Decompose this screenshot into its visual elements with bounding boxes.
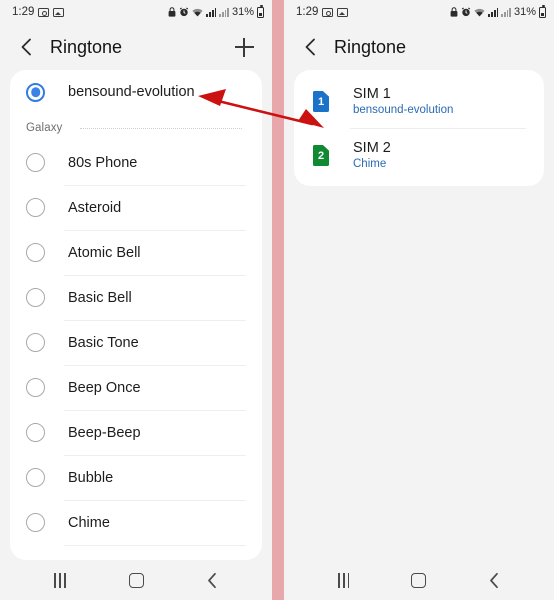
section-header-galaxy: Galaxy xyxy=(10,114,262,140)
ringtone-row[interactable]: 80s Phone xyxy=(10,140,262,185)
status-bar-left-group: 1:29 xyxy=(12,6,65,18)
sim-row-1[interactable]: 1 SIM 1 bensound-evolution xyxy=(294,74,544,128)
signal-secondary-icon xyxy=(219,7,229,17)
back-icon xyxy=(207,572,216,588)
ringtone-row[interactable]: Beep-Beep xyxy=(10,410,262,455)
back-button-right[interactable] xyxy=(298,34,324,60)
sim2-number: 2 xyxy=(317,149,325,162)
sim2-icon: 2 xyxy=(312,144,330,166)
left-phone-screen: 1:29 31% Ringtone bensound-evolution Gal… xyxy=(0,0,272,600)
home-button-left[interactable] xyxy=(119,563,153,597)
status-bar-right-group-right: 31% xyxy=(450,4,546,18)
radio-button[interactable] xyxy=(26,288,45,307)
alarm-icon xyxy=(461,7,471,17)
ringtone-label: Beep Once xyxy=(68,379,141,396)
ringtone-row[interactable]: Asteroid xyxy=(10,185,262,230)
app-bar-left: Ringtone xyxy=(0,24,272,70)
ringtone-label: Atomic Bell xyxy=(68,244,141,261)
selected-ringtone-row[interactable]: bensound-evolution xyxy=(10,70,262,114)
radio-button[interactable] xyxy=(26,423,45,442)
ringtone-list-card: bensound-evolution Galaxy 80s Phone Aste… xyxy=(10,70,262,560)
status-bar-left-group-right: 1:29 xyxy=(296,6,349,18)
photo-icon xyxy=(337,7,349,17)
ringtone-label: 80s Phone xyxy=(68,154,138,171)
ringtone-row-partial[interactable] xyxy=(10,545,262,560)
recents-icon xyxy=(54,572,66,588)
signal-icon xyxy=(206,7,217,17)
lock-icon xyxy=(450,7,458,17)
app-bar-right: Ringtone xyxy=(284,24,554,70)
selected-ringtone-label: bensound-evolution xyxy=(68,84,195,100)
battery-icon xyxy=(539,4,546,18)
nav-bar-left xyxy=(0,560,272,600)
panel-divider xyxy=(272,0,284,600)
radio-button[interactable] xyxy=(26,243,45,262)
wifi-icon xyxy=(474,8,486,17)
sim1-text: SIM 1 bensound-evolution xyxy=(353,86,453,116)
status-bar-right-group: 31% xyxy=(168,4,264,18)
section-label: Galaxy xyxy=(26,122,63,134)
page-title-left: Ringtone xyxy=(50,36,123,57)
radio-button[interactable] xyxy=(26,513,45,532)
sim2-text: SIM 2 Chime xyxy=(353,140,391,170)
radio-selected[interactable] xyxy=(26,82,45,102)
ringtone-row[interactable]: Atomic Bell xyxy=(10,230,262,275)
home-icon xyxy=(411,572,427,588)
page-title-right: Ringtone xyxy=(334,36,407,57)
right-phone-screen: 1:29 31% Ringtone 1 SIM 1 bensound-evolu… xyxy=(284,0,554,600)
ringtone-row[interactable]: Beep Once xyxy=(10,365,262,410)
battery-icon xyxy=(257,4,264,18)
home-button-right[interactable] xyxy=(402,563,436,597)
photo-icon xyxy=(53,7,65,17)
dual-screenshot-container: 1:29 31% Ringtone bensound-evolution Gal… xyxy=(0,0,554,600)
sim2-title: SIM 2 xyxy=(353,140,391,156)
sim1-title: SIM 1 xyxy=(353,86,391,102)
radio-button[interactable] xyxy=(26,378,45,397)
signal-icon xyxy=(488,7,499,17)
alarm-icon xyxy=(179,7,189,17)
recents-button-right[interactable] xyxy=(327,563,361,597)
ringtone-label: Basic Bell xyxy=(68,289,132,306)
sim-row-2[interactable]: 2 SIM 2 Chime xyxy=(294,128,544,182)
radio-button[interactable] xyxy=(26,333,45,352)
ringtone-row[interactable]: Basic Bell xyxy=(10,275,262,320)
home-icon xyxy=(128,572,144,588)
sim-list-card: 1 SIM 1 bensound-evolution 2 SIM 2 Chime xyxy=(294,70,544,186)
status-time: 1:29 xyxy=(296,6,319,18)
camera-icon xyxy=(38,7,50,17)
recents-icon xyxy=(337,572,350,588)
sim1-subtitle: bensound-evolution xyxy=(353,104,454,116)
ringtone-row[interactable]: Bubble xyxy=(10,455,262,500)
section-dotted-divider xyxy=(80,127,242,129)
ringtone-label: Bubble xyxy=(68,469,114,486)
nav-bar-right xyxy=(284,560,554,600)
radio-button[interactable] xyxy=(26,198,45,217)
back-button-nav-right[interactable] xyxy=(477,563,511,597)
add-icon[interactable] xyxy=(230,33,258,61)
status-bar-right: 1:29 31% xyxy=(284,0,554,24)
radio-button[interactable] xyxy=(26,153,45,172)
back-icon xyxy=(489,572,498,588)
battery-percent: 31% xyxy=(231,6,254,18)
sim2-subtitle: Chime xyxy=(353,158,387,170)
status-bar-left: 1:29 31% xyxy=(0,0,272,24)
wifi-icon xyxy=(192,8,204,17)
ringtone-row[interactable]: Basic Tone xyxy=(10,320,262,365)
ringtone-label: Beep-Beep xyxy=(68,424,141,441)
ringtone-label: Chime xyxy=(68,514,110,531)
ringtone-label: Basic Tone xyxy=(68,334,139,351)
sim1-icon: 1 xyxy=(312,90,330,112)
back-button-nav-left[interactable] xyxy=(195,563,229,597)
ringtone-row[interactable]: Chime xyxy=(10,500,262,545)
lock-icon xyxy=(168,7,176,17)
radio-button[interactable] xyxy=(26,468,45,487)
status-time: 1:29 xyxy=(12,6,35,18)
sim1-number: 1 xyxy=(317,95,325,108)
battery-percent: 31% xyxy=(513,6,536,18)
back-button-left[interactable] xyxy=(14,34,40,60)
recents-button-left[interactable] xyxy=(43,563,77,597)
camera-icon xyxy=(322,7,334,17)
signal-secondary-icon xyxy=(501,7,511,17)
ringtone-label: Asteroid xyxy=(68,199,122,216)
